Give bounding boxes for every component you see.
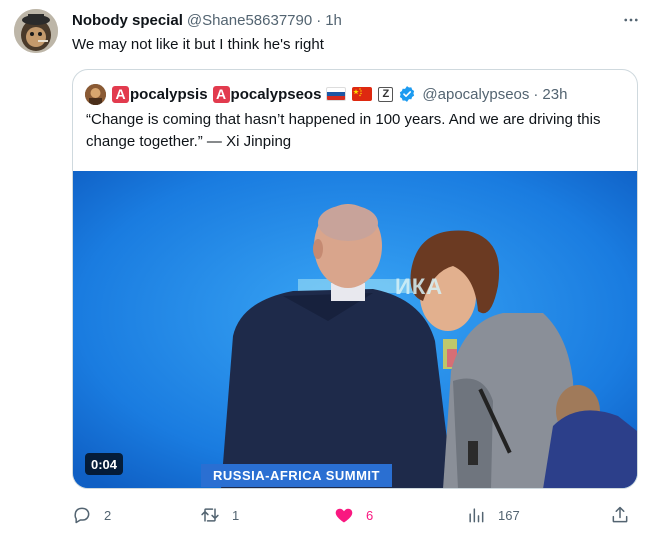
views-chart-icon bbox=[469, 508, 484, 523]
z-letter-icon: Z bbox=[378, 86, 394, 102]
letter-a-badge-icon: A bbox=[112, 85, 129, 103]
quoted-tweet[interactable]: A pocalypsis A pocalypseos Z @apocalypse… bbox=[72, 69, 638, 489]
quoted-timestamp[interactable]: 23h bbox=[542, 86, 567, 103]
video-player[interactable]: ИКА 0:04 RUSSIA-AFRICA SUMMIT bbox=[73, 171, 637, 488]
reply-icon bbox=[74, 507, 90, 524]
quoted-text: “Change is coming that hasn’t happened i… bbox=[86, 111, 601, 150]
letter-a-badge-icon: A bbox=[212, 85, 230, 103]
retweet-icon bbox=[201, 508, 219, 522]
heart-filled-icon bbox=[335, 508, 353, 523]
views-count: 167 bbox=[498, 507, 520, 523]
china-flag-icon bbox=[352, 87, 373, 101]
reply-button[interactable]: 2 bbox=[72, 503, 111, 527]
like-count: 6 bbox=[366, 507, 374, 523]
backdrop-text: ИКА bbox=[395, 274, 444, 299]
action-bar: 2 1 6 167 bbox=[72, 503, 638, 527]
share-icon bbox=[612, 506, 628, 523]
tweet-text: We may not like it but I think he's righ… bbox=[72, 36, 324, 53]
quoted-header: A pocalypsis A pocalypseos Z @apocalypse… bbox=[85, 83, 567, 105]
separator: · bbox=[316, 11, 322, 29]
retweet-button[interactable]: 1 bbox=[200, 503, 239, 527]
share-button[interactable] bbox=[610, 503, 630, 527]
more-button[interactable] bbox=[620, 10, 642, 30]
user-handle[interactable]: @Shane58637790 bbox=[187, 12, 312, 29]
timestamp[interactable]: 1h bbox=[325, 12, 342, 29]
video-duration: 0:04 bbox=[85, 453, 124, 475]
russia-flag-icon bbox=[326, 87, 347, 101]
video-caption: RUSSIA-AFRICA SUMMIT bbox=[201, 464, 392, 487]
video-frame bbox=[73, 171, 637, 488]
quoted-name-part-1: pocalypsis bbox=[130, 85, 208, 103]
quoted-display-name[interactable]: A pocalypsis A pocalypseos bbox=[112, 85, 326, 103]
quoted-name-part-2: pocalypseos bbox=[230, 85, 322, 103]
more-horizontal-icon bbox=[624, 18, 638, 22]
separator: · bbox=[533, 85, 539, 103]
verified-badge-icon bbox=[400, 86, 415, 102]
display-name[interactable]: Nobody special bbox=[72, 12, 183, 29]
views-button[interactable]: 167 bbox=[466, 503, 520, 527]
retweet-count: 1 bbox=[232, 507, 240, 523]
tweet: Nobody special @Shane58637790 · 1h We ma… bbox=[0, 0, 672, 538]
avatar[interactable] bbox=[14, 9, 58, 53]
tweet-header: Nobody special @Shane58637790 · 1h bbox=[72, 10, 612, 30]
quoted-handle[interactable]: @apocalypseos bbox=[422, 86, 529, 103]
quoted-avatar[interactable] bbox=[85, 83, 106, 105]
reply-count: 2 bbox=[104, 507, 112, 523]
like-button[interactable]: 6 bbox=[334, 503, 373, 527]
